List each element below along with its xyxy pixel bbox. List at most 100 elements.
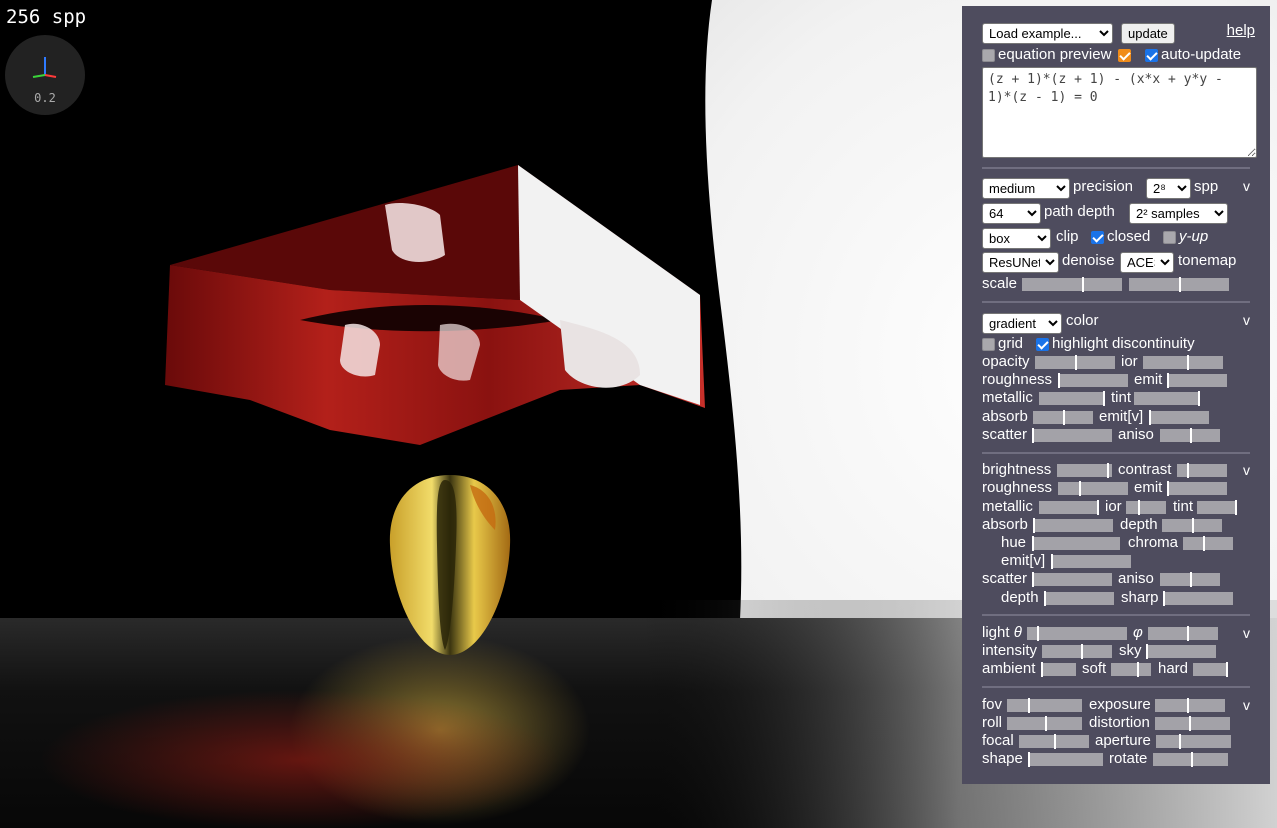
slider-thumb[interactable] (1190, 572, 1192, 587)
slider-thumb[interactable] (1033, 518, 1035, 533)
contrast-slider[interactable] (1177, 463, 1227, 478)
help-link[interactable]: help (1227, 22, 1255, 39)
load-example-select[interactable]: Load example... (982, 23, 1113, 44)
slider-thumb[interactable] (1037, 626, 1039, 641)
soft-slider[interactable] (1111, 662, 1151, 677)
slider-thumb[interactable] (1146, 644, 1148, 659)
slider-thumb[interactable] (1138, 500, 1140, 515)
ground-tint-slider[interactable] (1197, 500, 1237, 515)
equation-preview-checkbox[interactable] (982, 49, 995, 62)
slider-thumb[interactable] (1187, 355, 1189, 370)
clip-select[interactable]: box (982, 228, 1051, 249)
slider-thumb[interactable] (1081, 644, 1083, 659)
auto-update-checkbox[interactable] (1145, 49, 1158, 62)
ground-roughness-slider[interactable] (1058, 481, 1128, 496)
tint-slider[interactable] (1134, 391, 1200, 406)
highlight-discontinuity-checkbox[interactable] (1036, 338, 1049, 351)
slider-thumb[interactable] (1103, 391, 1105, 406)
scale-slider-b[interactable] (1129, 277, 1229, 292)
rotate-slider[interactable] (1153, 752, 1228, 767)
slider-thumb[interactable] (1137, 662, 1139, 677)
slider-thumb[interactable] (1203, 536, 1205, 551)
hue-slider[interactable] (1032, 536, 1120, 551)
exposure-slider[interactable] (1155, 698, 1225, 713)
path-depth-select[interactable]: 64 (982, 203, 1041, 224)
slider-thumb[interactable] (1079, 481, 1081, 496)
slider-thumb[interactable] (1179, 277, 1181, 292)
slider-thumb[interactable] (1063, 410, 1065, 425)
slider-thumb[interactable] (1054, 734, 1056, 749)
scale-slider-a[interactable] (1022, 277, 1122, 292)
slider-thumb[interactable] (1167, 481, 1169, 496)
slider-thumb[interactable] (1058, 373, 1060, 388)
equation-input[interactable]: (z + 1)*(z + 1) - (x*x + y*y - 1)*(z - 1… (982, 67, 1257, 158)
slider-thumb[interactable] (1032, 572, 1034, 587)
render-section-collapse[interactable]: v (1243, 177, 1250, 195)
y-up-checkbox[interactable] (1163, 231, 1176, 244)
ground-ior-slider[interactable] (1126, 500, 1166, 515)
slider-thumb[interactable] (1045, 716, 1047, 731)
slider-thumb[interactable] (1187, 626, 1189, 641)
material-section-collapse[interactable]: v (1243, 311, 1250, 329)
opacity-slider[interactable] (1035, 355, 1115, 370)
ground-emit-v-slider[interactable] (1051, 554, 1131, 569)
ground-aniso-slider[interactable] (1160, 572, 1220, 587)
focal-slider[interactable] (1019, 734, 1089, 749)
ground-absorb-slider[interactable] (1033, 518, 1113, 533)
intensity-slider[interactable] (1042, 644, 1112, 659)
fov-slider[interactable] (1007, 698, 1082, 713)
ground-depth2-slider[interactable] (1044, 591, 1114, 606)
slider-thumb[interactable] (1032, 536, 1034, 551)
slider-thumb[interactable] (1167, 373, 1169, 388)
hard-slider[interactable] (1193, 662, 1228, 677)
metallic-slider[interactable] (1039, 391, 1105, 406)
slider-thumb[interactable] (1028, 698, 1030, 713)
shape-slider[interactable] (1028, 752, 1103, 767)
slider-thumb[interactable] (1051, 554, 1053, 569)
slider-thumb[interactable] (1163, 591, 1165, 606)
chroma-slider[interactable] (1183, 536, 1233, 551)
preview-toggle-checkbox[interactable] (1118, 49, 1131, 62)
color-mode-select[interactable]: gradient (982, 313, 1062, 334)
slider-thumb[interactable] (1044, 591, 1046, 606)
ambient-slider[interactable] (1041, 662, 1076, 677)
samples-select[interactable]: 2² samples (1129, 203, 1228, 224)
slider-thumb[interactable] (1041, 662, 1043, 677)
ior-slider[interactable] (1143, 355, 1223, 370)
emit-slider[interactable] (1167, 373, 1227, 388)
slider-thumb[interactable] (1189, 716, 1191, 731)
ground-metallic-slider[interactable] (1039, 500, 1099, 515)
roughness-slider[interactable] (1058, 373, 1128, 388)
scatter-slider[interactable] (1032, 428, 1112, 443)
slider-thumb[interactable] (1097, 500, 1099, 515)
slider-thumb[interactable] (1235, 500, 1237, 515)
sky-slider[interactable] (1146, 644, 1216, 659)
slider-thumb[interactable] (1190, 428, 1192, 443)
slider-thumb[interactable] (1187, 698, 1189, 713)
slider-thumb[interactable] (1075, 355, 1077, 370)
brightness-slider[interactable] (1057, 463, 1112, 478)
precision-select[interactable]: medium (982, 178, 1070, 199)
ground-scatter-slider[interactable] (1032, 572, 1112, 587)
axis-gizmo[interactable]: 0.2 (5, 35, 85, 115)
ground-section-collapse[interactable]: v (1243, 461, 1250, 479)
aperture-slider[interactable] (1156, 734, 1231, 749)
grid-checkbox[interactable] (982, 338, 995, 351)
light-section-collapse[interactable]: v (1243, 624, 1250, 642)
light-phi-slider[interactable] (1148, 626, 1218, 641)
light-theta-slider[interactable] (1027, 626, 1127, 641)
denoise-select[interactable]: ResUNet (982, 252, 1059, 273)
sharp-slider[interactable] (1163, 591, 1233, 606)
slider-thumb[interactable] (1192, 518, 1194, 533)
aniso-slider[interactable] (1160, 428, 1220, 443)
slider-thumb[interactable] (1032, 428, 1034, 443)
slider-thumb[interactable] (1198, 391, 1200, 406)
spp-select[interactable]: 2⁸ (1146, 178, 1191, 199)
slider-thumb[interactable] (1149, 410, 1151, 425)
ground-depth-slider[interactable] (1162, 518, 1222, 533)
tonemap-select[interactable]: ACES (1120, 252, 1174, 273)
slider-thumb[interactable] (1187, 463, 1189, 478)
camera-section-collapse[interactable]: v (1243, 696, 1250, 714)
roll-slider[interactable] (1007, 716, 1082, 731)
slider-thumb[interactable] (1191, 752, 1193, 767)
